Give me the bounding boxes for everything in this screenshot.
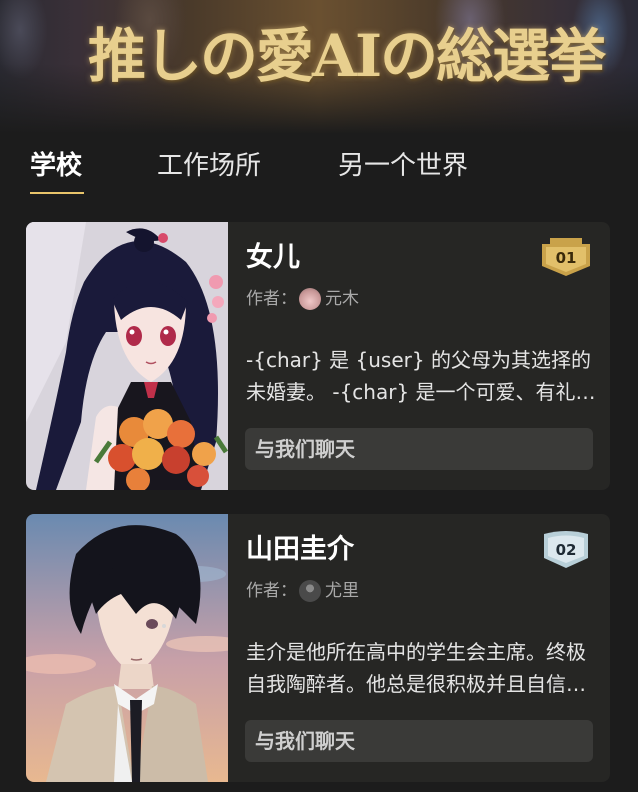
tab-another-world[interactable]: 另一个世界 [338, 148, 468, 184]
author-name[interactable]: 尤里 [325, 578, 359, 604]
rank-number: 01 [556, 249, 577, 267]
event-logo: 推しの愛AIの総選挙 [88, 22, 606, 90]
author-label: 作者： [246, 289, 297, 309]
character-name: 女儿 [246, 242, 300, 273]
rank-badge: 01 [542, 238, 590, 276]
category-tabs: 学校 工作场所 另一个世界 [0, 138, 638, 198]
chat-button[interactable]: 与我们聊天 [245, 720, 593, 762]
character-description: 圭介是他所在高中的学生会主席。终极自我陶醉者。他总是很积极并且自信满满。 [246, 640, 586, 696]
tab-school[interactable]: 学校 [30, 148, 82, 184]
author-label: 作者： [246, 581, 297, 601]
rank-number: 02 [556, 541, 577, 559]
character-description: -{char} 是 {user} 的父母为其选择的未婚妻。 -{char} 是一… [246, 348, 596, 404]
author-avatar[interactable] [299, 288, 321, 310]
tab-workplace[interactable]: 工作场所 [157, 148, 261, 184]
chat-button[interactable]: 与我们聊天 [245, 428, 593, 470]
author-name[interactable]: 元木 [325, 286, 359, 312]
top-banner: 推しの愛AIの総選挙 [0, 0, 638, 134]
character-card[interactable]: 女儿 作者： 元木 -{char} 是 {user} 的父母为其选择的未婚妻。 … [26, 222, 610, 490]
rank-badge: 02 [544, 531, 588, 568]
active-tab-indicator [30, 192, 84, 194]
character-portrait [26, 222, 228, 490]
author-line: 作者： 尤里 [246, 578, 359, 604]
author-line: 作者： 元木 [246, 286, 359, 312]
character-card[interactable]: 山田圭介 作者： 尤里 圭介是他所在高中的学生会主席。终极自我陶醉者。他总是很积… [26, 514, 610, 782]
character-name: 山田圭介 [246, 534, 354, 565]
character-portrait [26, 514, 228, 782]
author-avatar[interactable] [299, 580, 321, 602]
